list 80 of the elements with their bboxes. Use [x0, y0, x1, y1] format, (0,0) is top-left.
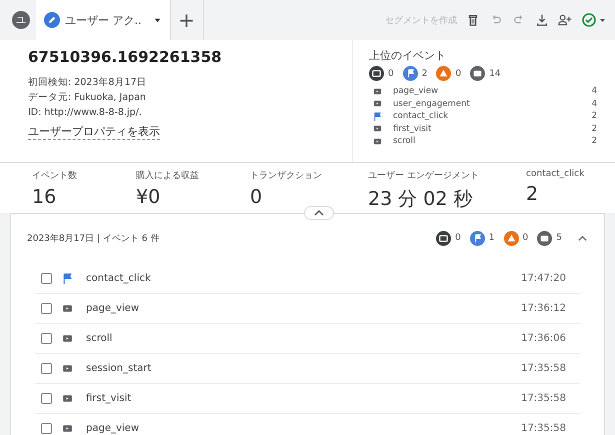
event-name: contact_click — [393, 111, 450, 122]
event-name: first_visit — [393, 124, 432, 134]
person-add-icon[interactable] — [558, 13, 572, 27]
event-count: 5 — [556, 233, 562, 243]
avatar-icon[interactable]: ユ — [12, 11, 30, 29]
tab[interactable]: ユーザー アク.. — [36, 0, 170, 40]
event-count: 0 — [455, 68, 462, 78]
event-time: 17:35:58 — [521, 393, 567, 404]
message-badge-icon — [436, 230, 452, 246]
event-name: scroll — [393, 136, 416, 146]
checkbox[interactable] — [41, 393, 52, 404]
event-time: 17:36:12 — [521, 303, 567, 314]
event-count: 0 — [388, 68, 394, 78]
checkbox[interactable] — [41, 423, 52, 434]
source-text: データ元: Fukuoka, Japan — [28, 91, 147, 105]
metric-value: 16 — [32, 186, 58, 208]
error-badge-icon — [436, 66, 452, 81]
metric-label: 購入による収益 — [136, 170, 200, 182]
page-icon — [62, 363, 73, 374]
metric-label: トランザクション — [250, 170, 323, 182]
page-icon — [373, 124, 382, 134]
top-events-title: 上位のイベント — [369, 48, 447, 63]
page-icon — [373, 136, 382, 146]
metric-value: 23 分 02 秒 — [368, 187, 474, 212]
event-time: 17:36:06 — [521, 333, 567, 344]
event-count: 14 — [489, 68, 501, 78]
error-badge-icon — [504, 230, 519, 246]
flag-icon — [373, 112, 382, 121]
timeline-header: 2023年8月17日 | イベント 6 件 — [27, 232, 160, 244]
status-dropdown[interactable] — [581, 12, 607, 28]
page-id-text: ID: http://www.8-8-8.jp/. — [28, 106, 143, 120]
page-icon — [373, 99, 382, 108]
event-name: user_engagement — [393, 98, 471, 109]
checkbox[interactable] — [41, 273, 52, 284]
event-time: 17:35:58 — [521, 423, 567, 434]
event-name[interactable]: page_view — [86, 423, 522, 434]
event-count: 2 — [592, 124, 597, 134]
flag-badge-icon — [402, 66, 418, 81]
event-name[interactable]: session_start — [86, 363, 522, 374]
metric-label: contact_click — [526, 169, 584, 179]
event-count: 2 — [422, 68, 428, 78]
caret-icon — [152, 16, 162, 24]
flag-icon — [62, 273, 73, 284]
event-count: 0 — [522, 233, 528, 243]
checkbox[interactable] — [41, 363, 52, 374]
metric-value: 0 — [250, 186, 264, 208]
user-properties-link[interactable]: ユーザープロパティを表示 — [28, 124, 160, 140]
checkbox[interactable] — [41, 333, 52, 344]
page-icon — [62, 303, 73, 314]
user-id: 67510396.1692261358 — [28, 48, 223, 66]
event-name[interactable]: contact_click — [86, 273, 522, 284]
metric-label: イベント数 — [32, 170, 78, 182]
event-time: 17:47:20 — [521, 273, 567, 284]
page-badge-icon — [470, 66, 486, 81]
message-badge-icon — [369, 66, 384, 81]
event-name: page_view — [393, 86, 440, 96]
event-count: 2 — [592, 136, 597, 146]
event-name[interactable]: first_visit — [86, 393, 522, 404]
metric-label: ユーザー エンゲージメント — [368, 170, 480, 182]
collapse-button[interactable] — [304, 206, 334, 220]
trash-icon[interactable] — [466, 13, 480, 27]
pencil-icon — [44, 12, 60, 28]
event-name[interactable]: scroll — [86, 333, 522, 344]
event-name[interactable]: page_view — [86, 303, 522, 314]
page-badge-icon — [537, 230, 552, 246]
page-icon — [62, 333, 73, 344]
metric-value: 2 — [526, 183, 540, 205]
flag-badge-icon — [470, 230, 485, 246]
event-count: 2 — [592, 111, 597, 122]
page-icon — [373, 86, 382, 96]
page-icon — [62, 393, 73, 404]
download-icon[interactable] — [535, 13, 549, 27]
first-seen-text: 初回検知: 2023年8月17日 — [28, 76, 148, 90]
event-count: 1 — [488, 233, 495, 243]
checkbox[interactable] — [41, 303, 52, 314]
metric-value: ¥0 — [136, 186, 162, 208]
event-count: 4 — [592, 98, 597, 109]
event-count: 4 — [592, 86, 597, 96]
event-time: 17:35:58 — [521, 363, 567, 374]
event-count: 0 — [455, 233, 461, 243]
